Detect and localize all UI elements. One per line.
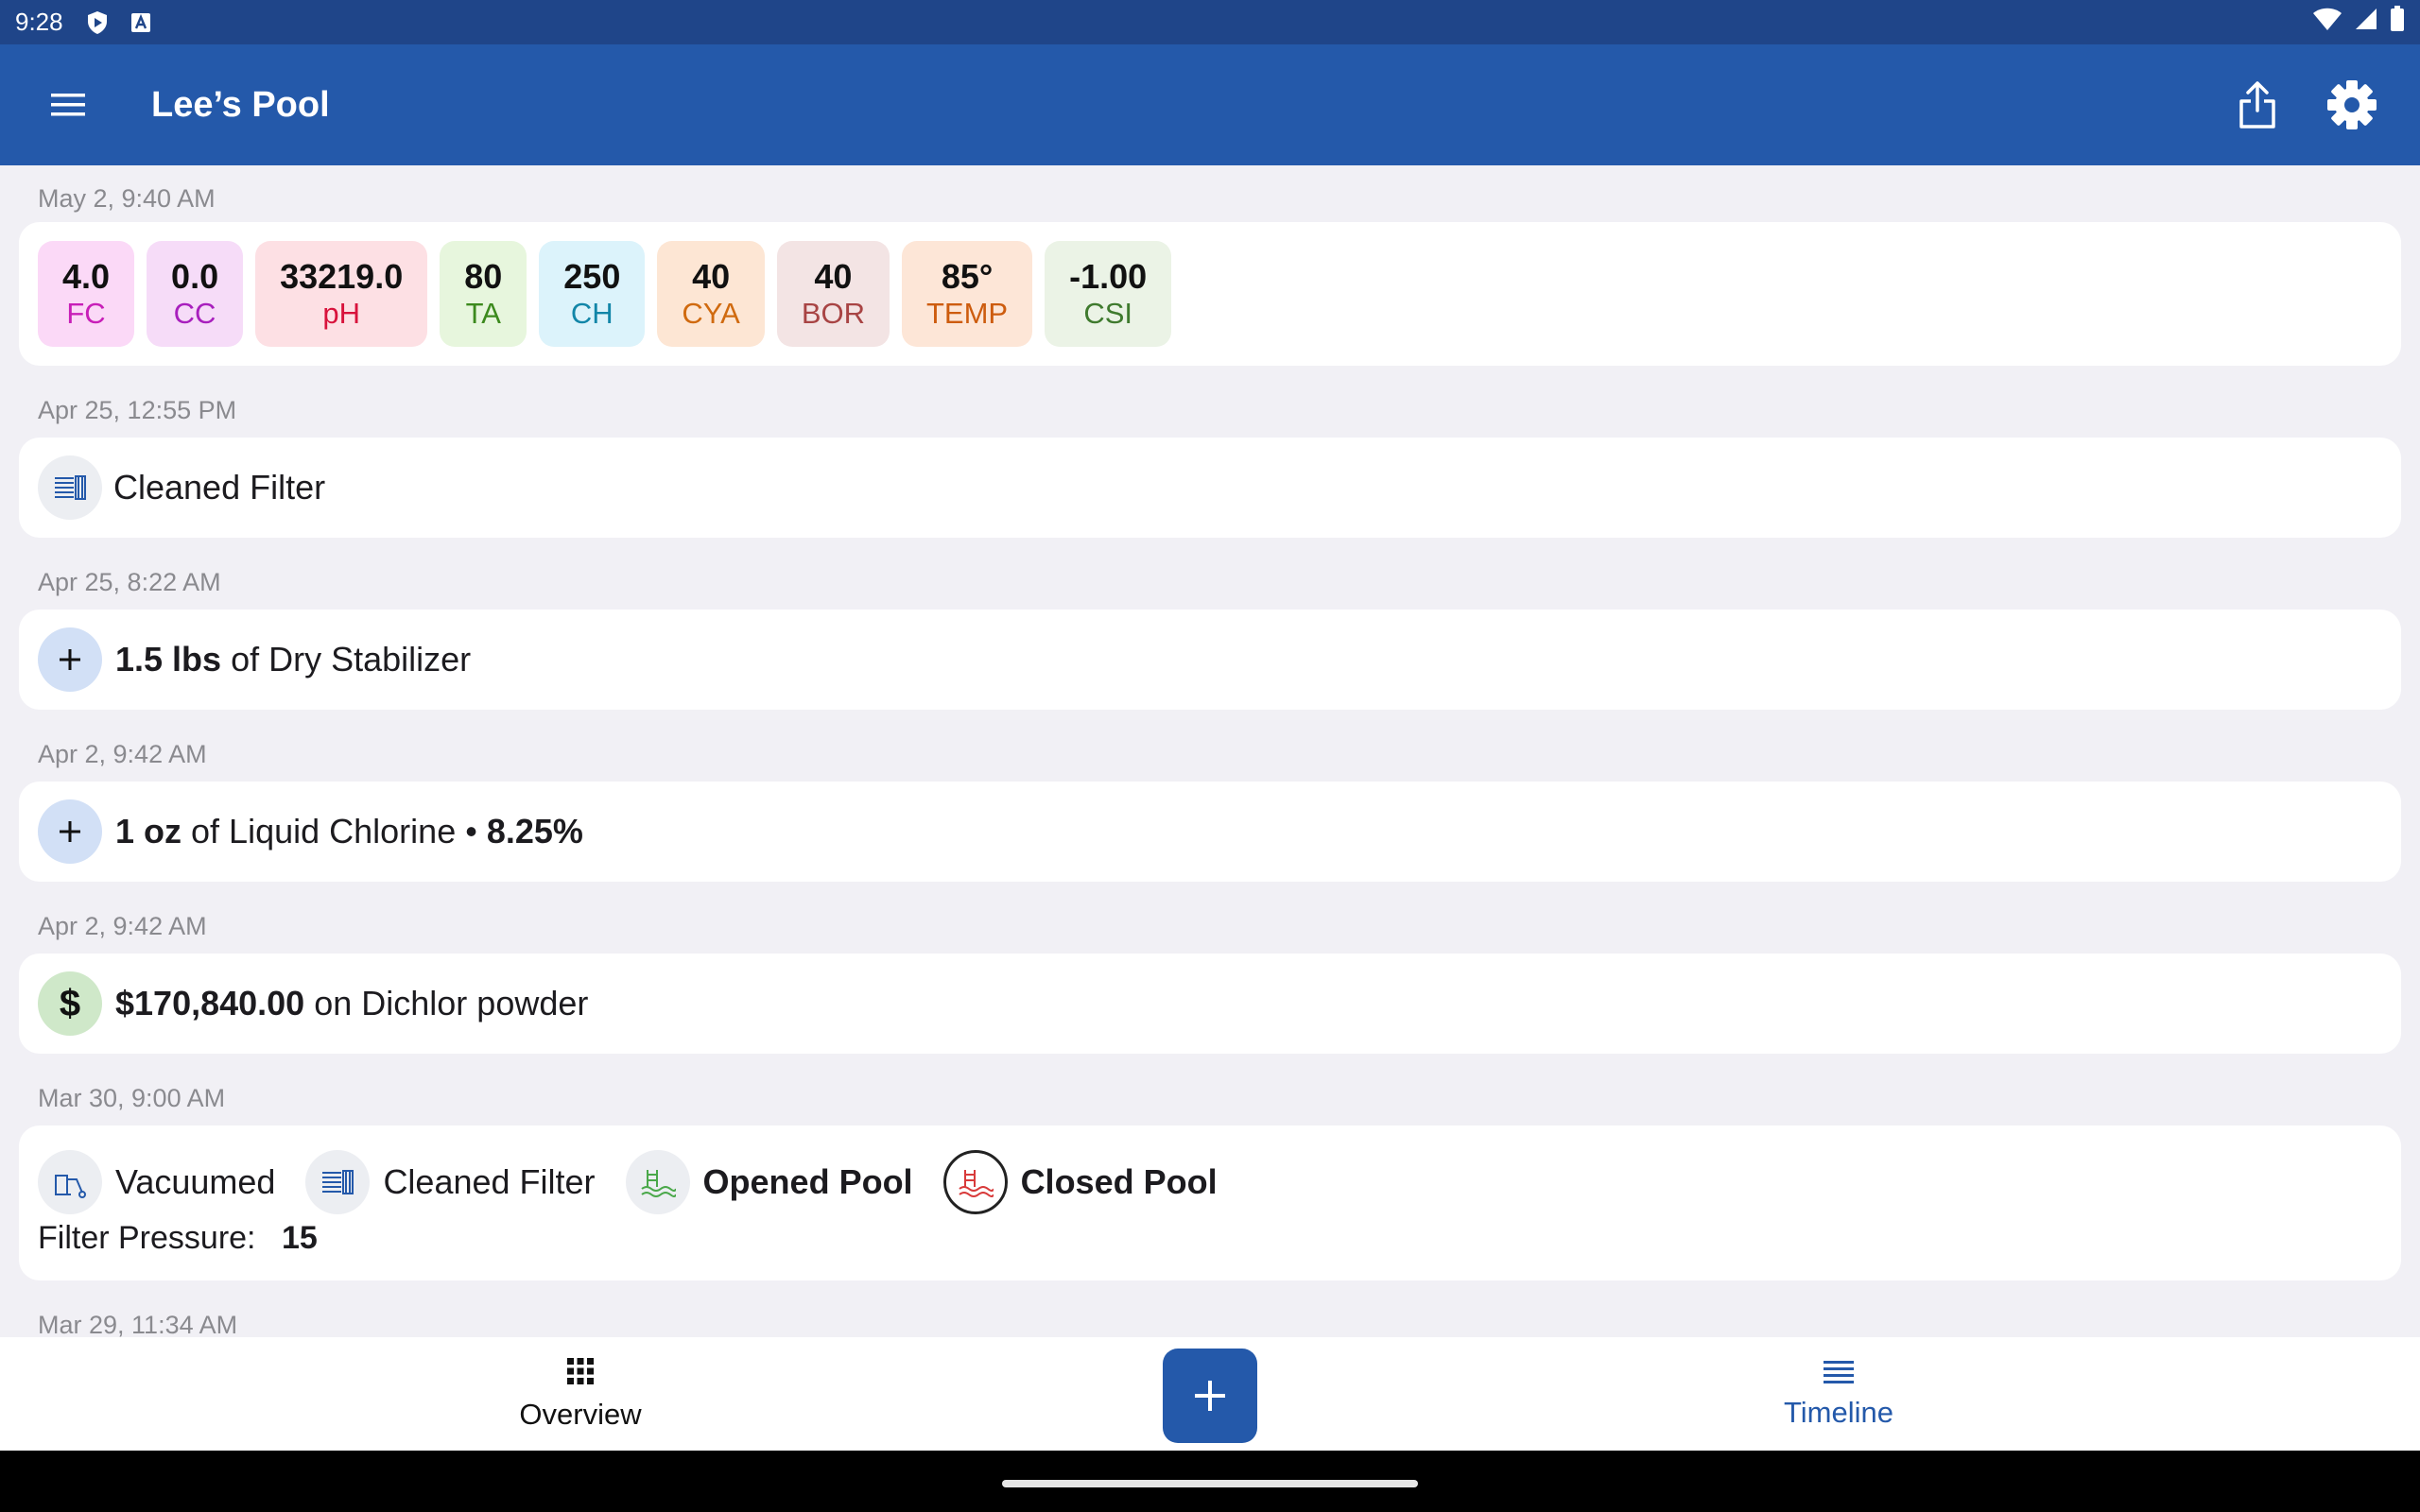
filter-pressure-label: Filter Pressure: [38, 1219, 256, 1256]
nav-label: Overview [519, 1398, 642, 1431]
timeline-list[interactable]: May 2, 9:40 AM 4.0 FC 0.0 CC 33219.0 pH 80 TA 25… [0, 165, 2420, 1337]
reading-chip-csi: -1.00 CSI [1045, 241, 1172, 347]
reading-chip-cc: 0.0 CC [147, 241, 244, 347]
service-closed-pool: Closed Pool [942, 1149, 1218, 1214]
separator-dot: • [465, 812, 477, 850]
chemical-concentration: 8.25% [486, 812, 583, 850]
app-title: Lee’s Pool [151, 84, 330, 125]
plus-icon [38, 627, 102, 692]
service-label: Cleaned Filter [383, 1161, 596, 1201]
reading-label: CH [570, 296, 614, 330]
timestamp: Apr 25, 8:22 AM [38, 567, 221, 596]
wifi-icon [2312, 7, 2342, 38]
status-bar: 9:28 [0, 0, 2420, 44]
grid-icon [567, 1358, 594, 1384]
reading-label: CC [173, 296, 216, 330]
share-button[interactable] [2223, 71, 2291, 139]
expense-card[interactable]: $ $170,840.00 on Dichlor powder [19, 954, 2401, 1054]
share-icon [2239, 81, 2275, 129]
reading-chip-ta: 80 TA [440, 241, 527, 347]
service-label: Opened Pool [702, 1161, 913, 1201]
chemical-amount: 1.5 lbs [115, 640, 222, 679]
reading-chip-ph: 33219.0 pH [255, 241, 428, 347]
nav-timeline[interactable]: Timeline [1697, 1337, 1980, 1451]
nav-overview[interactable]: Overview [439, 1337, 722, 1451]
timestamp: Apr 25, 12:55 PM [38, 395, 237, 424]
timestamp: Apr 2, 9:42 AM [38, 739, 207, 768]
reading-value: 80 [464, 257, 503, 297]
reading-value: 4.0 [62, 257, 111, 297]
services-card[interactable]: Vacuumed Cleaned Filter Opened Pool Clos… [19, 1125, 2401, 1280]
reading-chip-bor: 40 BOR [776, 241, 890, 347]
readings-card[interactable]: 4.0 FC 0.0 CC 33219.0 pH 80 TA 250 CH 40 CYA 40 BOR 85… [19, 222, 2401, 366]
service-cleaned-filter: Cleaned Filter [305, 1149, 596, 1214]
hamburger-icon [51, 94, 85, 116]
battery-icon [2390, 6, 2405, 39]
pool-closed-icon [942, 1149, 1008, 1214]
chemical-name: of Dry Stabilizer [231, 640, 472, 679]
timestamp: Mar 30, 9:00 AM [38, 1083, 226, 1112]
service-label: Vacuumed [115, 1161, 276, 1201]
plus-icon [38, 799, 102, 864]
reading-chip-temp: 85° TEMP [902, 241, 1033, 347]
chemical-addition-card[interactable]: 1.5 lbs of Dry Stabilizer [19, 610, 2401, 710]
nav-label: Timeline [1784, 1396, 1893, 1429]
reading-label: FC [66, 296, 106, 330]
status-time: 9:28 [15, 8, 63, 36]
font-icon [128, 9, 154, 36]
menu-button[interactable] [34, 71, 102, 139]
expense-amount: $170,840.00 [115, 984, 305, 1022]
filter-icon [305, 1149, 371, 1214]
reading-chip-cya: 40 CYA [657, 241, 765, 347]
reading-label: pH [322, 296, 360, 330]
reading-value: -1.00 [1069, 257, 1148, 297]
reading-chip-fc: 4.0 FC [38, 241, 135, 347]
gear-icon [2327, 80, 2377, 129]
reading-label: TA [465, 296, 501, 330]
reading-value: 0.0 [171, 257, 219, 297]
reading-label: CYA [682, 296, 740, 330]
entry-text: Cleaned Filter [113, 468, 326, 507]
shield-play-icon [84, 9, 111, 36]
reading-value: 40 [814, 257, 853, 297]
timestamp: Mar 29, 11:34 AM [38, 1310, 238, 1338]
app-bar: Lee’s Pool [0, 44, 2420, 165]
pool-open-icon [625, 1149, 690, 1214]
settings-button[interactable] [2318, 71, 2386, 139]
plus-icon [1195, 1381, 1225, 1411]
reading-label: CSI [1083, 296, 1132, 330]
reading-value: 40 [692, 257, 731, 297]
list-icon [1824, 1361, 1854, 1383]
service-label: Closed Pool [1020, 1161, 1218, 1201]
cleaned-filter-card[interactable]: Cleaned Filter [19, 438, 2401, 538]
reading-label: TEMP [926, 296, 1009, 330]
filter-pressure-value: 15 [281, 1219, 318, 1256]
timestamp: Apr 2, 9:42 AM [38, 911, 207, 940]
timestamp: May 2, 9:40 AM [38, 183, 216, 213]
vacuum-icon [38, 1149, 102, 1214]
add-entry-button[interactable] [1163, 1349, 1257, 1443]
chemical-addition-card[interactable]: 1 oz of Liquid Chlorine • 8.25% [19, 782, 2401, 882]
filter-icon [38, 455, 102, 520]
reading-value: 250 [563, 257, 621, 297]
home-gesture-handle[interactable] [1002, 1480, 1418, 1487]
reading-chip-ch: 250 CH [539, 241, 646, 347]
reading-value: 85° [941, 257, 994, 297]
reading-value: 33219.0 [280, 257, 404, 297]
chemical-amount: 1 oz [115, 812, 182, 850]
service-opened-pool: Opened Pool [625, 1149, 913, 1214]
service-vacuumed: Vacuumed [38, 1149, 276, 1214]
dollar-icon: $ [38, 971, 102, 1036]
chemical-name: of Liquid Chlorine [191, 812, 457, 850]
reading-label: BOR [801, 296, 865, 330]
signal-icon [2354, 7, 2378, 38]
filter-pressure: Filter Pressure: 15 [38, 1220, 318, 1257]
expense-item: on Dichlor powder [314, 984, 589, 1022]
